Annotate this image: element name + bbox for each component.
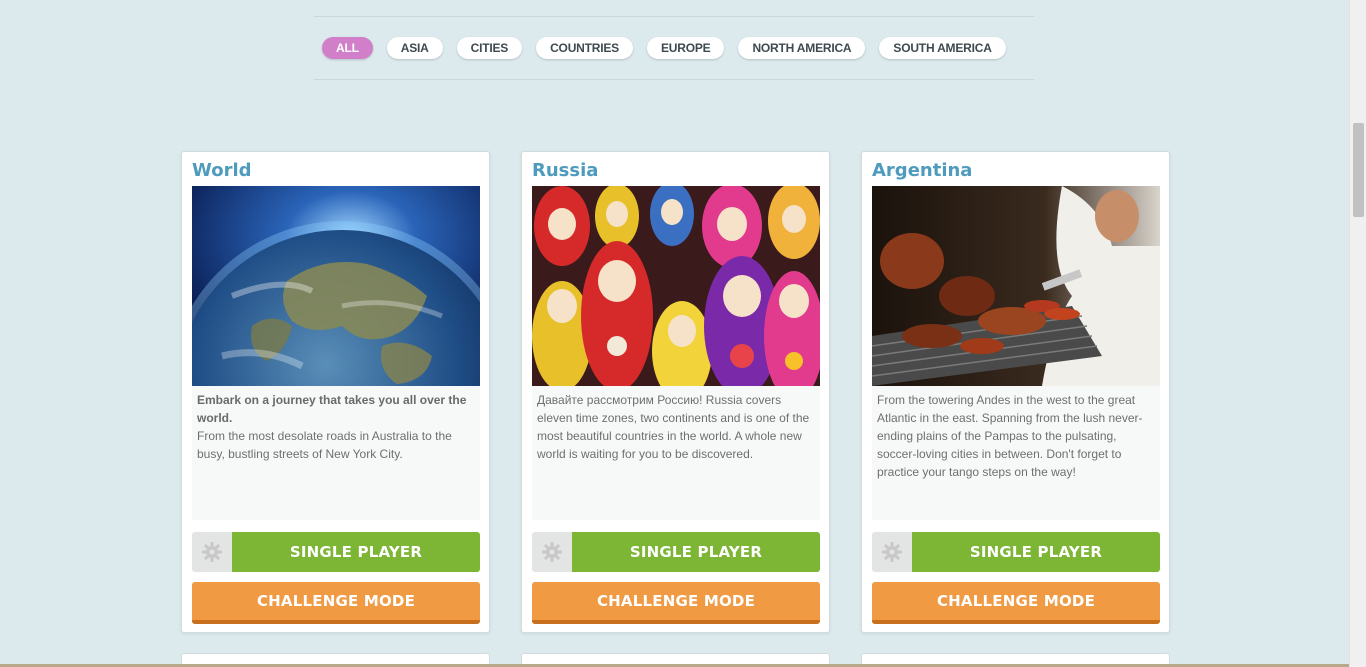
earth-from-space-image[interactable] bbox=[192, 186, 480, 386]
matryoshka-dolls-image[interactable] bbox=[532, 186, 820, 386]
filter-europe[interactable]: EUROPE bbox=[646, 37, 725, 59]
scrollbar-thumb[interactable] bbox=[1353, 123, 1364, 217]
gear-icon bbox=[542, 542, 562, 562]
challenge-mode-button[interactable]: CHALLENGE MODE bbox=[192, 582, 480, 624]
card-description: Давайте рассмотрим Россию! Russia covers… bbox=[532, 386, 820, 520]
description-text: Давайте рассмотрим Россию! Russia covers… bbox=[537, 393, 810, 461]
filter-south-america[interactable]: SOUTH AMERICA bbox=[879, 37, 1006, 59]
gear-icon bbox=[202, 542, 222, 562]
filter-pills: ALL ASIA CITIES COUNTRIES EUROPE NORTH A… bbox=[322, 37, 1006, 59]
gear-icon bbox=[882, 542, 902, 562]
description-text: From the most desolate roads in Australi… bbox=[197, 429, 452, 461]
single-player-row: SINGLE PLAYER bbox=[872, 532, 1160, 572]
map-card-russia: Russia Давайте рассмотрим Россию! Russia… bbox=[521, 151, 830, 633]
card-description: Embark on a journey that takes you all o… bbox=[192, 386, 480, 520]
challenge-mode-button[interactable]: CHALLENGE MODE bbox=[532, 582, 820, 624]
single-player-row: SINGLE PLAYER bbox=[532, 532, 820, 572]
single-player-row: SINGLE PLAYER bbox=[192, 532, 480, 572]
card-title: Argentina bbox=[872, 160, 973, 181]
description-lead: Embark on a journey that takes you all o… bbox=[197, 393, 467, 425]
map-card-world: World Embark on a journey that takes you… bbox=[181, 151, 490, 633]
map-card-argentina: Argentina From the towering Andes in the… bbox=[861, 151, 1170, 633]
single-player-button[interactable]: SINGLE PLAYER bbox=[232, 532, 480, 572]
category-filter-bar: ALL ASIA CITIES COUNTRIES EUROPE NORTH A… bbox=[314, 16, 1034, 80]
settings-button[interactable] bbox=[532, 532, 572, 572]
filter-countries[interactable]: COUNTRIES bbox=[536, 37, 633, 59]
settings-button[interactable] bbox=[192, 532, 232, 572]
card-title: Russia bbox=[532, 160, 599, 181]
asado-grill-image[interactable] bbox=[872, 186, 1160, 386]
single-player-button[interactable]: SINGLE PLAYER bbox=[572, 532, 820, 572]
filter-asia[interactable]: ASIA bbox=[386, 37, 443, 59]
challenge-mode-button[interactable]: CHALLENGE MODE bbox=[872, 582, 1160, 624]
card-description: From the towering Andes in the west to t… bbox=[872, 386, 1160, 520]
description-text: From the towering Andes in the west to t… bbox=[877, 393, 1143, 479]
filter-cities[interactable]: CITIES bbox=[456, 37, 523, 59]
filter-all[interactable]: ALL bbox=[322, 37, 373, 59]
vertical-scrollbar[interactable] bbox=[1349, 0, 1366, 667]
single-player-button[interactable]: SINGLE PLAYER bbox=[912, 532, 1160, 572]
filter-north-america[interactable]: NORTH AMERICA bbox=[738, 37, 866, 59]
settings-button[interactable] bbox=[872, 532, 912, 572]
card-title: World bbox=[192, 160, 252, 181]
